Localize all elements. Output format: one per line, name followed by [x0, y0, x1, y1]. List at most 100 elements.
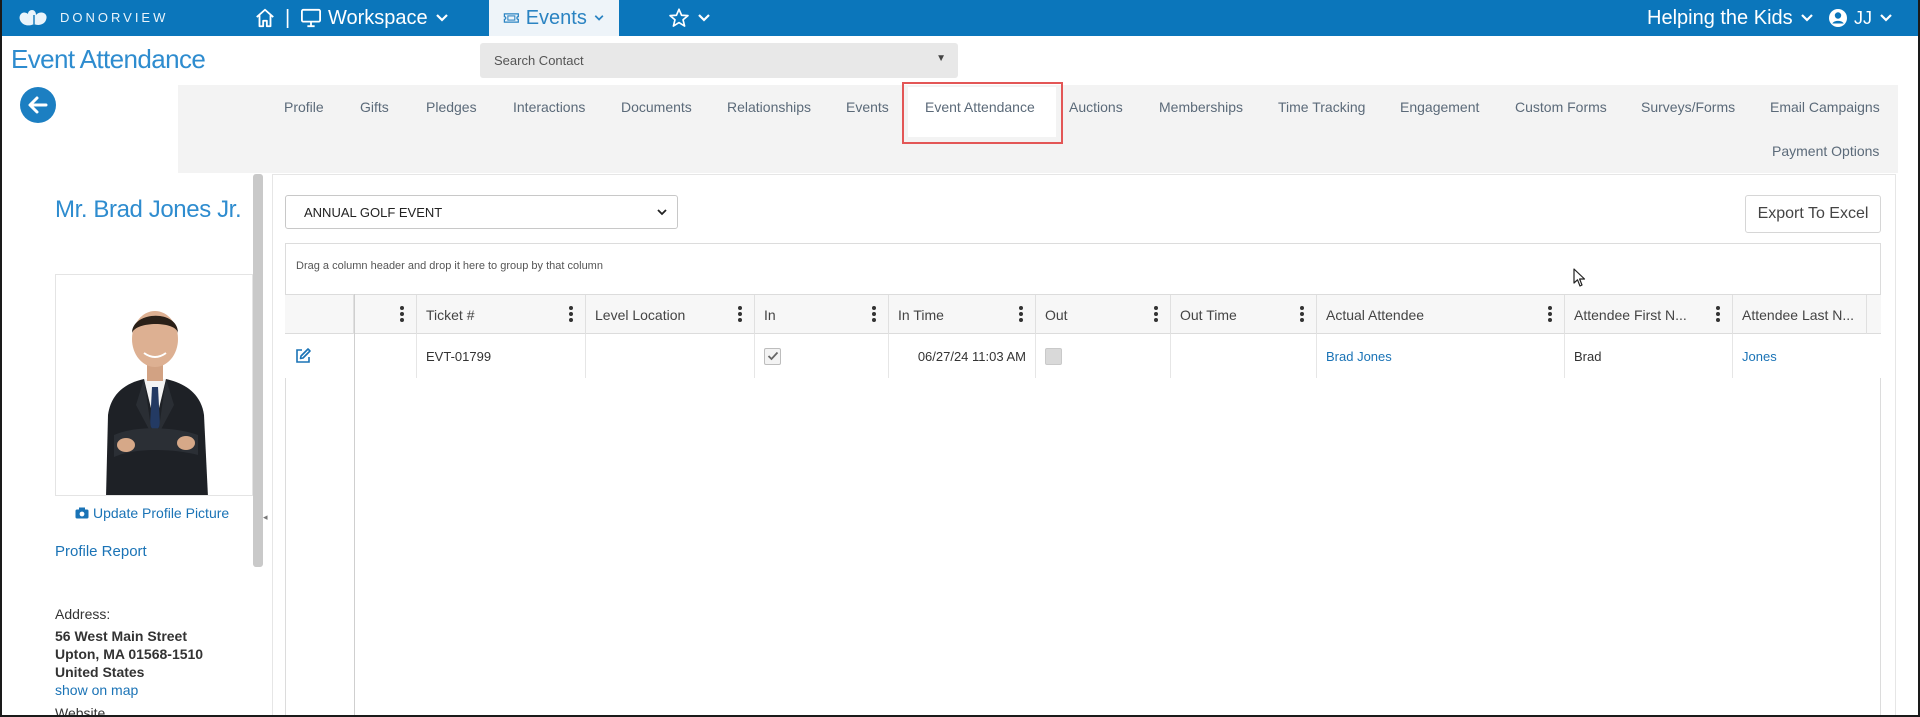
tab-time-tracking[interactable]: Time Tracking: [1278, 99, 1365, 115]
organization-menu[interactable]: Helping the Kids: [1647, 0, 1815, 36]
ticket-cell: EVT-01799: [417, 334, 586, 378]
column-menu-icon[interactable]: [1716, 306, 1720, 322]
in-checkbox[interactable]: [764, 347, 781, 365]
checkmark-icon: [767, 351, 778, 361]
collapse-sidebar-icon[interactable]: ◂: [263, 512, 268, 523]
events-label: Events: [525, 6, 587, 29]
address-line-1: 56 West Main Street: [55, 628, 188, 644]
chevron-down-icon: [435, 14, 448, 22]
donorview-logo[interactable]: DONORVIEW: [16, 6, 168, 28]
page-title: Event Attendance: [11, 44, 206, 74]
group-by-drop-zone[interactable]: Drag a column header and drop it here to…: [296, 260, 603, 272]
tab-payment-options[interactable]: Payment Options: [1772, 143, 1879, 159]
update-profile-picture-label: Update Profile Picture: [93, 505, 230, 521]
chevron-down-icon: [1800, 14, 1813, 22]
monitor-icon: [301, 8, 321, 28]
column-menu-icon[interactable]: [1300, 306, 1304, 322]
organization-label: Helping the Kids: [1647, 6, 1793, 29]
mouse-cursor-icon: [1573, 268, 1586, 287]
search-input[interactable]: [480, 43, 958, 78]
chevron-down-icon: [594, 15, 604, 21]
address-label: Address:: [55, 606, 111, 622]
tab-custom-forms[interactable]: Custom Forms: [1515, 99, 1607, 115]
tab-memberships[interactable]: Memberships: [1159, 99, 1243, 115]
column-header-out[interactable]: Out: [1036, 295, 1171, 335]
logo-flower-icon: [19, 10, 47, 26]
tab-event-attendance[interactable]: Event Attendance: [925, 99, 1035, 115]
website-label: Website: [55, 705, 106, 717]
column-menu-icon[interactable]: [738, 306, 742, 322]
workspace-menu[interactable]: Workspace: [300, 0, 450, 36]
tab-surveys-forms[interactable]: Surveys/Forms: [1641, 99, 1735, 115]
grid-divider: [354, 294, 355, 715]
actual-attendee-link[interactable]: Brad Jones: [1317, 349, 1392, 364]
home-icon: [256, 8, 274, 28]
tab-gifts[interactable]: Gifts: [360, 99, 389, 115]
edit-icon[interactable]: [294, 347, 312, 365]
events-menu[interactable]: Events: [489, 0, 619, 36]
back-button[interactable]: [20, 87, 56, 123]
ticket-icon: [503, 13, 519, 23]
column-menu-icon[interactable]: [569, 306, 573, 322]
table-row[interactable]: EVT-01799 06/27/24 11:03 AM Brad Jones B…: [285, 334, 1881, 378]
tab-email-campaigns[interactable]: Email Campaigns: [1770, 99, 1880, 115]
tab-engagement[interactable]: Engagement: [1400, 99, 1479, 115]
column-header-attendee-first-name[interactable]: Attendee First N...: [1565, 295, 1733, 335]
chevron-down-icon: [657, 209, 667, 216]
search-contact-field[interactable]: ▼: [480, 43, 958, 78]
chevron-down-icon: [698, 14, 710, 22]
out-checkbox[interactable]: [1045, 347, 1062, 365]
tab-documents[interactable]: Documents: [621, 99, 692, 115]
column-menu-icon[interactable]: [1548, 306, 1552, 322]
address-line-3: United States: [55, 664, 145, 680]
column-header-in[interactable]: In: [755, 295, 889, 335]
column-menu-icon[interactable]: [1019, 306, 1023, 322]
column-header-actual-attendee[interactable]: Actual Attendee: [1317, 295, 1565, 335]
tab-pledges[interactable]: Pledges: [426, 99, 477, 115]
home-button[interactable]: [254, 0, 276, 36]
column-menu-icon[interactable]: [1154, 306, 1158, 322]
camera-icon: [75, 507, 89, 519]
column-header-blank[interactable]: [354, 295, 417, 335]
tab-profile[interactable]: Profile: [284, 99, 324, 115]
row-blank-cell: [354, 334, 417, 378]
event-dropdown[interactable]: ANNUAL GOLF EVENT: [285, 195, 678, 229]
row-actions-cell: [285, 334, 354, 378]
profile-photo: [55, 274, 253, 496]
person-photo-illustration: [56, 275, 252, 495]
event-dropdown-value: ANNUAL GOLF EVENT: [304, 204, 443, 220]
user-menu[interactable]: JJ: [1828, 0, 1894, 36]
update-profile-picture-link[interactable]: Update Profile Picture: [75, 505, 229, 521]
caret-down-icon[interactable]: ▼: [936, 53, 946, 64]
column-header-in-time[interactable]: In Time: [889, 295, 1036, 335]
column-header-ticket[interactable]: Ticket #: [417, 295, 586, 335]
tab-auctions[interactable]: Auctions: [1069, 99, 1123, 115]
last-name-link[interactable]: Jones: [1733, 349, 1777, 364]
profile-report-link[interactable]: Profile Report: [55, 543, 147, 560]
sidebar-scrollbar[interactable]: [253, 174, 263, 567]
top-navigation-bar: DONORVIEW | Workspace Events Helping the…: [2, 0, 1918, 36]
actual-attendee-cell: Brad Jones: [1317, 334, 1565, 378]
column-header-attendee-last-name[interactable]: Attendee Last N...: [1733, 295, 1867, 335]
logo-text: DONORVIEW: [60, 9, 169, 25]
column-header-out-time[interactable]: Out Time: [1171, 295, 1317, 335]
workspace-label: Workspace: [328, 6, 428, 29]
tab-events[interactable]: Events: [846, 99, 889, 115]
tab-interactions[interactable]: Interactions: [513, 99, 585, 115]
in-cell: [755, 334, 889, 378]
out-cell: [1036, 334, 1171, 378]
column-menu-icon[interactable]: [400, 306, 404, 322]
favorites-menu[interactable]: [668, 0, 712, 36]
in-time-cell: 06/27/24 11:03 AM: [889, 334, 1036, 378]
tab-relationships[interactable]: Relationships: [727, 99, 811, 115]
column-header-level-location[interactable]: Level Location: [586, 295, 755, 335]
chevron-down-icon: [1880, 14, 1892, 22]
column-header-actions: [285, 295, 354, 335]
first-name-cell: Brad: [1565, 334, 1733, 378]
grid-header-row: Ticket # Level Location In In Time Out O…: [285, 294, 1881, 335]
contact-name: Mr. Brad Jones Jr.: [55, 196, 242, 223]
export-to-excel-button[interactable]: Export To Excel: [1745, 195, 1881, 233]
show-on-map-link[interactable]: show on map: [55, 682, 138, 698]
column-menu-icon[interactable]: [872, 306, 876, 322]
arrow-left-icon: [28, 96, 48, 114]
